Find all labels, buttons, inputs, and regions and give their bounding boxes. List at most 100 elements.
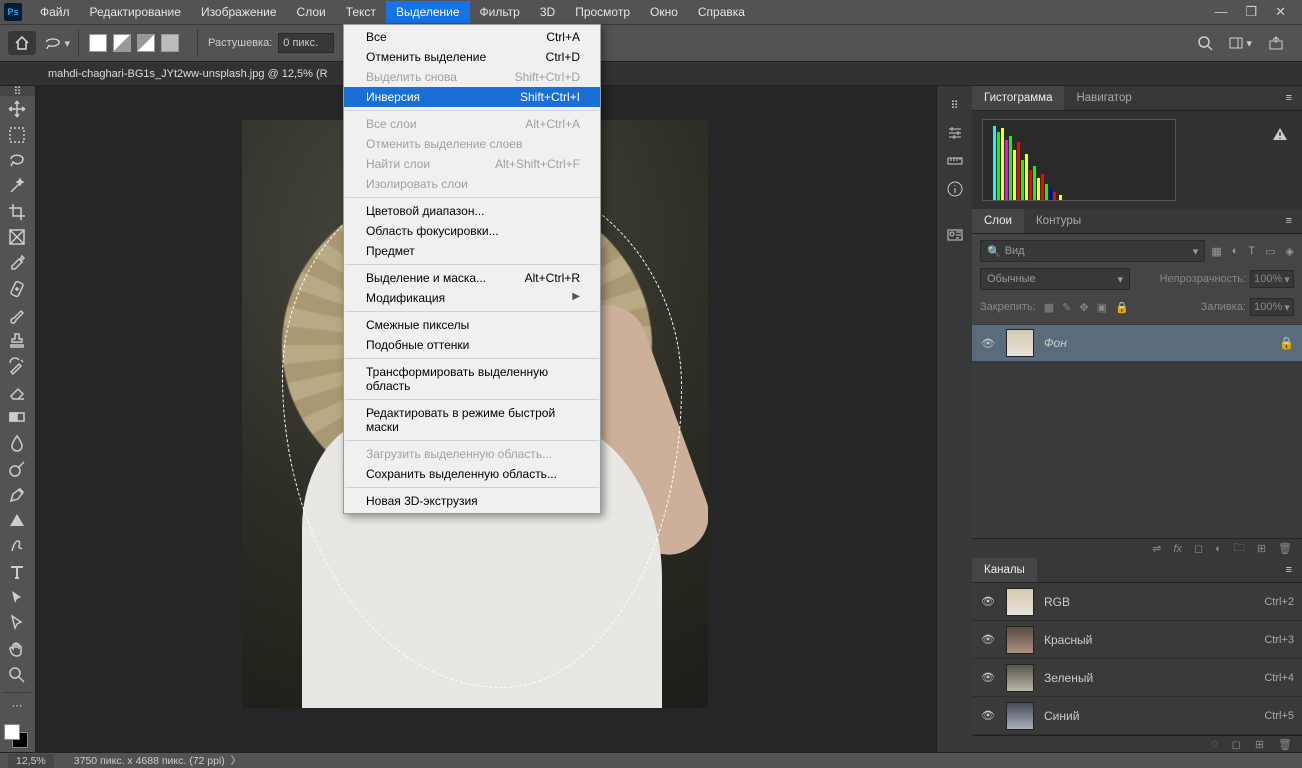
- eraser-tool[interactable]: [0, 379, 34, 405]
- tab-histogram[interactable]: Гистограмма: [972, 86, 1064, 110]
- opacity-field[interactable]: 100%▾: [1250, 270, 1294, 288]
- adjustment-layer-icon[interactable]: ◐: [1215, 543, 1222, 555]
- menu-выделение[interactable]: Выделение: [386, 1, 470, 23]
- tab-layers[interactable]: Слои: [972, 209, 1024, 233]
- zoom-level[interactable]: 12,5%: [8, 754, 54, 768]
- filter-adjust-icon[interactable]: ◐: [1232, 245, 1239, 258]
- menu-фильтр[interactable]: Фильтр: [470, 1, 530, 23]
- search-icon[interactable]: [1197, 35, 1213, 51]
- menu-слои[interactable]: Слои: [287, 1, 336, 23]
- layer-filter-select[interactable]: 🔍 Вид ▾: [980, 240, 1205, 262]
- layer-visibility-icon[interactable]: 👁: [980, 337, 996, 350]
- fill-field[interactable]: 100%▾: [1250, 298, 1294, 316]
- history-brush-tool[interactable]: [0, 353, 34, 379]
- channel-visibility-icon[interactable]: 👁: [980, 671, 996, 684]
- new-layer-icon[interactable]: ⊞: [1257, 542, 1266, 555]
- channel-row[interactable]: 👁 Зеленый Ctrl+4: [972, 659, 1302, 697]
- menu-просмотр[interactable]: Просмотр: [565, 1, 640, 23]
- menu-файл[interactable]: Файл: [30, 1, 80, 23]
- filter-image-icon[interactable]: ▦: [1211, 245, 1221, 258]
- menu-изображение[interactable]: Изображение: [191, 1, 287, 23]
- selection-new[interactable]: [89, 34, 107, 52]
- gradient-tool[interactable]: [0, 405, 34, 431]
- stamp-tool[interactable]: [0, 327, 34, 353]
- pen-tool[interactable]: [0, 482, 34, 508]
- direct-select-tool[interactable]: [0, 610, 34, 636]
- lock-all-icon[interactable]: 🔒: [1115, 301, 1129, 314]
- panel-menu-icon[interactable]: ≡: [1276, 558, 1302, 582]
- menu-3d[interactable]: 3D: [530, 1, 565, 23]
- type-tool[interactable]: [0, 559, 34, 585]
- menu-окно[interactable]: Окно: [640, 1, 688, 23]
- document-tab[interactable]: mahdi-chaghari-BG1s_JYt2ww-unsplash.jpg …: [36, 64, 340, 84]
- document-info[interactable]: 3750 пикс. x 4688 пикс. (72 ppi) 〉: [74, 753, 241, 768]
- layer-row[interactable]: 👁 Фон 🔒: [972, 324, 1302, 362]
- color-swatches[interactable]: [0, 722, 34, 752]
- layer-fx-icon[interactable]: fx: [1173, 543, 1182, 555]
- blur-tool[interactable]: [0, 430, 34, 456]
- lock-artboard-icon[interactable]: ▣: [1097, 301, 1107, 314]
- move-tool[interactable]: [0, 96, 34, 122]
- selection-add[interactable]: [113, 34, 131, 52]
- crop-tool[interactable]: [0, 199, 34, 225]
- panel-menu-icon[interactable]: ≡: [1276, 86, 1302, 110]
- tab-paths[interactable]: Контуры: [1024, 209, 1093, 233]
- home-button[interactable]: [8, 31, 36, 55]
- custom-shape-tool[interactable]: [0, 533, 34, 559]
- workspace-switcher[interactable]: ▾: [1229, 37, 1252, 50]
- delete-layer-icon[interactable]: 🗑: [1278, 542, 1292, 555]
- libraries-icon[interactable]: [942, 222, 968, 248]
- toolbox-grip[interactable]: ⠿: [0, 86, 35, 96]
- menu-item[interactable]: Предмет: [344, 241, 600, 261]
- channel-visibility-icon[interactable]: 👁: [980, 633, 996, 646]
- properties-icon[interactable]: [942, 176, 968, 202]
- lasso-tool[interactable]: [0, 147, 34, 173]
- layer-group-icon[interactable]: 🗀: [1234, 539, 1245, 558]
- adjustments-icon[interactable]: [942, 120, 968, 146]
- save-selection-icon[interactable]: ◻: [1232, 738, 1241, 751]
- lock-position-icon[interactable]: ✥: [1079, 301, 1088, 314]
- filter-smart-icon[interactable]: ◈: [1286, 245, 1294, 258]
- layer-thumbnail[interactable]: [1006, 329, 1034, 357]
- panel-menu-icon[interactable]: ≡: [1276, 209, 1302, 233]
- menu-редактирование[interactable]: Редактирование: [80, 1, 191, 23]
- filter-type-icon[interactable]: T: [1248, 245, 1255, 258]
- menu-item[interactable]: Трансформировать выделенную область: [344, 362, 600, 396]
- brush-tool[interactable]: [0, 302, 34, 328]
- menu-текст[interactable]: Текст: [336, 1, 386, 23]
- feather-input[interactable]: [278, 33, 334, 53]
- lock-brush-icon[interactable]: ✎: [1062, 301, 1071, 314]
- collapse-grip[interactable]: ⠿: [942, 92, 968, 118]
- magic-wand-tool[interactable]: [0, 173, 34, 199]
- menu-item[interactable]: Отменить выделениеCtrl+D: [344, 47, 600, 67]
- menu-item[interactable]: ВсеCtrl+A: [344, 27, 600, 47]
- filter-shape-icon[interactable]: ▭: [1265, 245, 1275, 258]
- healing-tool[interactable]: [0, 276, 34, 302]
- eyedropper-tool[interactable]: [0, 250, 34, 276]
- menu-item[interactable]: Выделение и маска...Alt+Ctrl+R: [344, 268, 600, 288]
- hand-tool[interactable]: [0, 636, 34, 662]
- frame-tool[interactable]: [0, 225, 34, 251]
- menu-item[interactable]: Модификация▶: [344, 288, 600, 308]
- foreground-color[interactable]: [4, 724, 20, 740]
- layer-lock-icon[interactable]: 🔒: [1279, 336, 1294, 350]
- path-select-tool[interactable]: [0, 585, 34, 611]
- window-restore[interactable]: ❐: [1245, 4, 1257, 20]
- ruler-icon[interactable]: [942, 148, 968, 174]
- menu-item[interactable]: Область фокусировки...: [344, 221, 600, 241]
- layer-empty-area[interactable]: [972, 362, 1302, 538]
- link-layers-icon[interactable]: ⇌: [1152, 542, 1161, 555]
- channel-visibility-icon[interactable]: 👁: [980, 595, 996, 608]
- lock-pixels-icon[interactable]: ▩: [1044, 301, 1054, 314]
- channel-row[interactable]: 👁 RGB Ctrl+2: [972, 583, 1302, 621]
- delete-channel-icon[interactable]: 🗑: [1278, 738, 1292, 751]
- menu-item[interactable]: Редактировать в режиме быстрой маски: [344, 403, 600, 437]
- window-close[interactable]: ✕: [1275, 4, 1286, 20]
- menu-item[interactable]: ИнверсияShift+Ctrl+I: [344, 87, 600, 107]
- menu-item[interactable]: Цветовой диапазон...: [344, 201, 600, 221]
- tab-navigator[interactable]: Навигатор: [1064, 86, 1143, 110]
- selection-subtract[interactable]: [137, 34, 155, 52]
- layer-name[interactable]: Фон: [1044, 336, 1067, 350]
- new-channel-icon[interactable]: ⊞: [1255, 738, 1264, 751]
- load-selection-icon[interactable]: ◌: [1211, 738, 1218, 750]
